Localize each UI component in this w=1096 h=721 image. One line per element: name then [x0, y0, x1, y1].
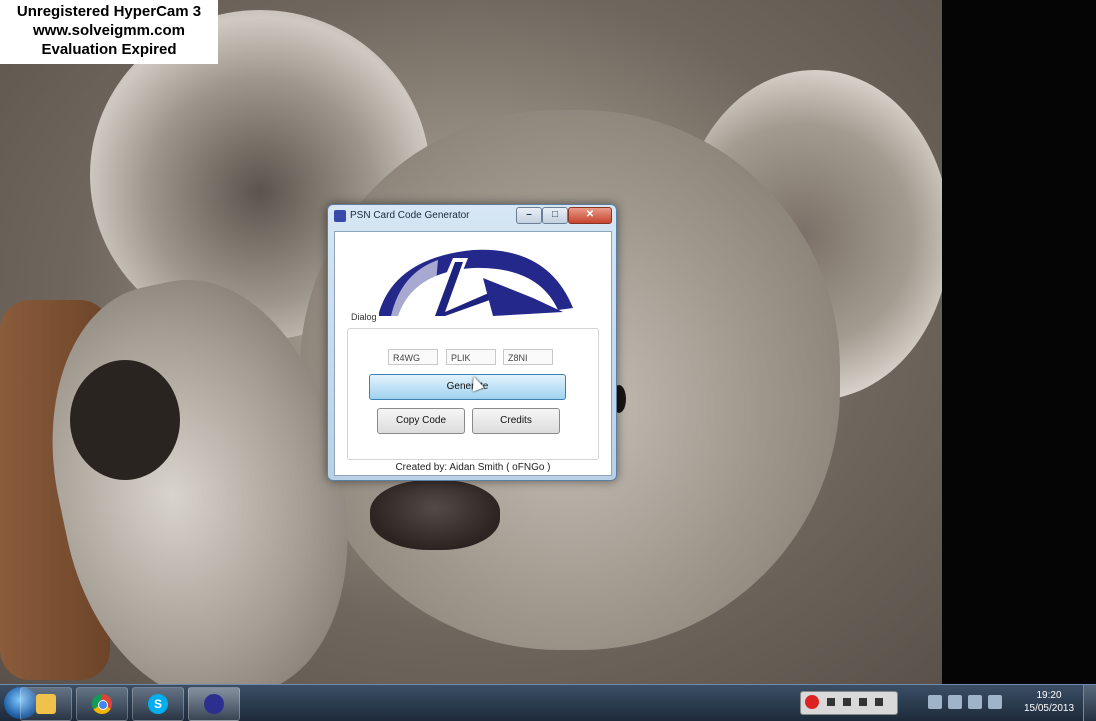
stop-icon[interactable]: [827, 698, 835, 706]
clock-time: 19:20: [1036, 690, 1062, 701]
flag-icon[interactable]: [928, 695, 942, 709]
maximize-icon: □: [551, 209, 559, 220]
watermark-line-3: Evaluation Expired: [41, 41, 177, 58]
clock-date: 15/05/2013: [1023, 703, 1075, 714]
record-icon: [805, 695, 819, 709]
watermark-line-2: www.solveigmm.com: [33, 22, 185, 39]
window-client-area: Dialog R4WG PLIK Z8NI Generate Copy Code…: [334, 231, 612, 476]
network-icon[interactable]: [968, 695, 982, 709]
copy-code-button[interactable]: Copy Code: [377, 408, 465, 434]
security-icon[interactable]: [948, 695, 962, 709]
taskbar: S 19:20 15/05/2013: [0, 684, 1096, 721]
black-border: [942, 0, 1096, 684]
taskbar-app-chrome[interactable]: [76, 687, 128, 721]
code-field-1[interactable]: R4WG: [388, 349, 438, 365]
taskbar-app-psn-generator[interactable]: [188, 687, 240, 721]
system-clock[interactable]: 19:20 15/05/2013: [1020, 689, 1078, 715]
maximize-button[interactable]: □: [542, 207, 568, 224]
code-field-3[interactable]: Z8NI: [503, 349, 553, 365]
skype-icon: S: [148, 694, 168, 714]
taskbar-app-folder[interactable]: [20, 687, 72, 721]
show-desktop-button[interactable]: [1083, 685, 1096, 721]
credits-button[interactable]: Credits: [472, 408, 560, 434]
close-icon: ✕: [585, 209, 595, 220]
watermark-line-1: Unregistered HyperCam 3: [16, 3, 202, 20]
code-field-2[interactable]: PLIK: [446, 349, 496, 365]
psn-generator-icon: [204, 694, 224, 714]
taskbar-app-skype[interactable]: S: [132, 687, 184, 721]
psn-generator-window: PSN Card Code Generator – □ ✕ Dialog R4W…: [327, 204, 617, 481]
koala-nose: [370, 480, 500, 550]
volume-icon[interactable]: [988, 695, 1002, 709]
hypercam-watermark: Unregistered HyperCam 3 www.solveigmm.co…: [0, 0, 218, 64]
credits-footer: Created by: Aidan Smith ( oFNGo ): [395, 462, 551, 473]
psn-logo-icon: [378, 249, 573, 316]
koala-claw: [70, 360, 180, 480]
pause-icon[interactable]: [843, 698, 851, 706]
close-button[interactable]: ✕: [568, 207, 612, 224]
minimize-icon: –: [526, 209, 532, 220]
folder-icon: [36, 694, 56, 714]
settings-icon[interactable]: [859, 698, 867, 706]
chrome-icon: [92, 694, 112, 714]
hypercam-recording-controls[interactable]: [800, 691, 898, 715]
title-bar[interactable]: PSN Card Code Generator – □ ✕: [328, 205, 616, 227]
minimize-button[interactable]: –: [516, 207, 542, 224]
window-title: PSN Card Code Generator: [350, 210, 470, 221]
dialog-group-label: Dialog: [349, 312, 379, 322]
app-icon: [334, 210, 346, 222]
close-recorder-icon[interactable]: [875, 698, 883, 706]
